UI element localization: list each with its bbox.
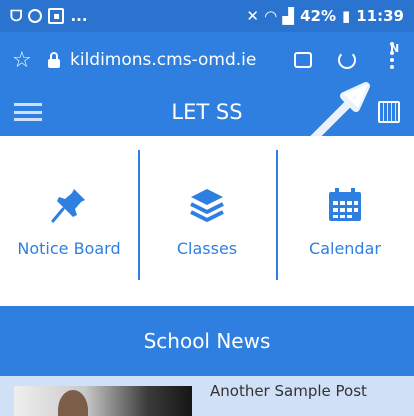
face-icon — [28, 9, 43, 23]
signal-icon: ▟ — [282, 7, 295, 25]
calendar-icon — [329, 187, 361, 221]
menu-dot — [390, 58, 394, 62]
status-right: ✕ ◠ ▟ 42% ▮ 11:39 — [246, 7, 404, 25]
tile-label: Calendar — [309, 238, 381, 258]
app-header: LET SS — [0, 88, 414, 136]
menu-dot — [390, 65, 394, 69]
lock-icon — [48, 51, 60, 68]
battery-percent: 42% — [300, 7, 336, 25]
calendar-icon[interactable] — [378, 101, 400, 123]
status-left: ᗜ ▪ ... — [10, 7, 88, 25]
tile-calendar[interactable]: Calendar — [276, 136, 414, 306]
pin-icon — [51, 188, 85, 222]
tile-label: Classes — [176, 238, 238, 258]
news-post-title[interactable]: Another Sample Post — [210, 382, 367, 416]
wifi-icon: ◠ — [264, 7, 277, 25]
url-text[interactable]: kildimons.cms-omd.ie — [70, 50, 256, 70]
browser-actions: N — [294, 42, 402, 72]
clock: 11:39 — [356, 7, 404, 25]
browser-url-bar: ☆ kildimons.cms-omd.ie N — [0, 32, 414, 88]
hamburger-menu-icon[interactable] — [14, 103, 42, 121]
hamburger-line — [14, 110, 42, 114]
notification-badge: N — [390, 42, 400, 55]
page-title: LET SS — [171, 100, 243, 124]
tile-notice-board[interactable]: Notice Board — [0, 136, 138, 306]
mute-icon: ✕ — [246, 7, 259, 25]
hamburger-line — [14, 118, 42, 121]
school-news-heading[interactable]: School News — [0, 306, 414, 376]
reload-icon[interactable] — [338, 51, 356, 69]
browser-menu-button[interactable]: N — [382, 42, 402, 72]
layers-icon — [190, 188, 224, 222]
square-icon: ▪ — [48, 8, 65, 24]
status-bar: ᗜ ▪ ... ✕ ◠ ▟ 42% ▮ 11:39 — [0, 0, 414, 32]
news-thumbnail[interactable] — [14, 386, 192, 416]
tile-label: Notice Board — [17, 238, 121, 258]
home-icon[interactable] — [294, 52, 312, 68]
battery-icon: ▮ — [341, 7, 351, 25]
sim-icon: ᗜ — [10, 7, 23, 25]
news-post-card[interactable]: Another Sample Post — [0, 376, 414, 416]
bookmark-star-icon[interactable]: ☆ — [12, 48, 40, 73]
quick-links: Notice Board Classes Calendar — [0, 136, 414, 306]
hamburger-line — [14, 103, 42, 106]
status-ellipsis: ... — [70, 7, 88, 25]
tile-classes[interactable]: Classes — [138, 136, 276, 306]
